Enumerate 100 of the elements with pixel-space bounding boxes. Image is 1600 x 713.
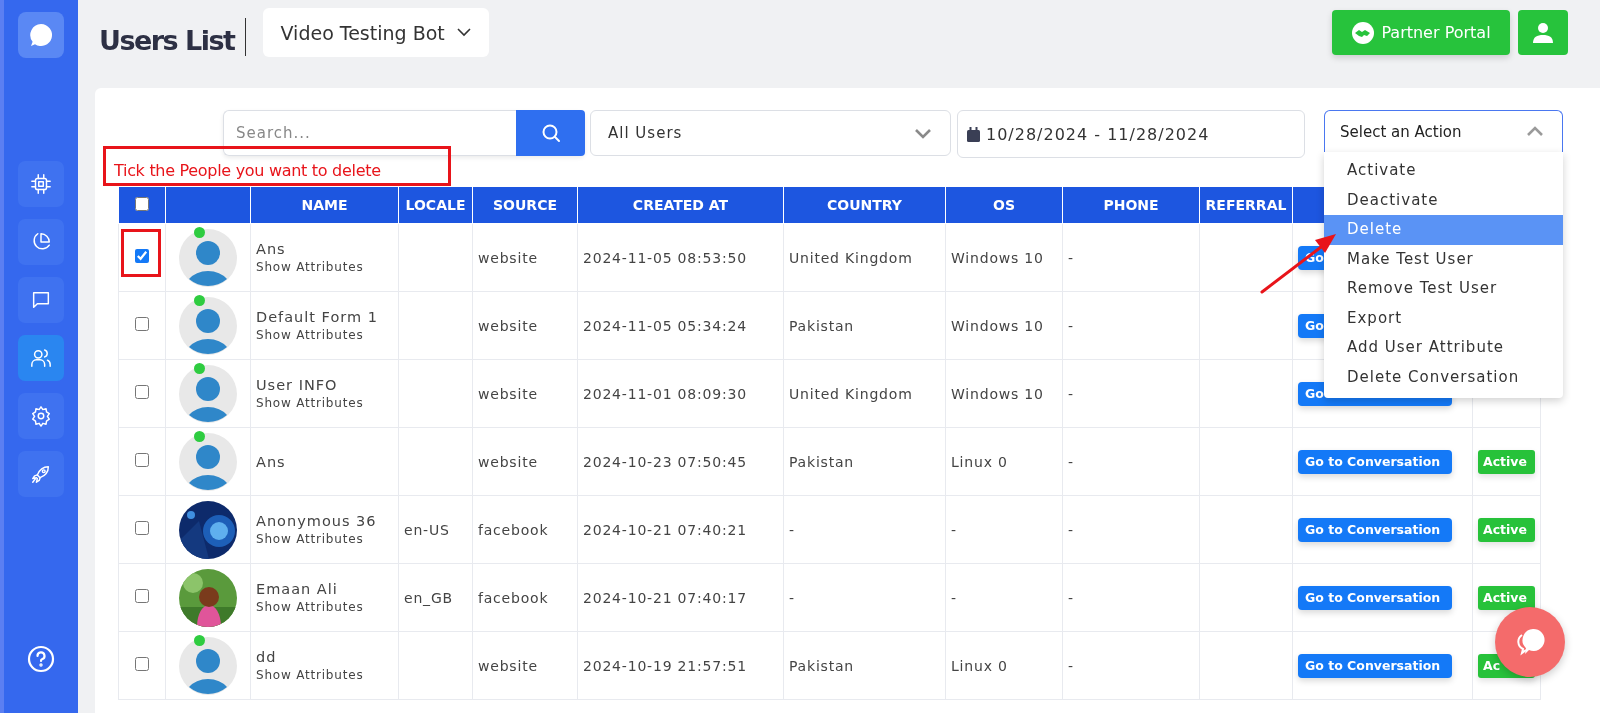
highlight-box	[121, 229, 161, 277]
phone-text: -	[1068, 589, 1074, 606]
column-header: NAME	[250, 187, 399, 224]
user-name: Ans	[256, 241, 287, 257]
country-text: -	[789, 589, 795, 606]
created-at-text: 2024-11-05 08:53:50	[583, 249, 747, 266]
menu-item[interactable]: Add User Attribute	[1324, 333, 1563, 363]
go-to-conversation-button[interactable]: Go to Conversation	[1298, 585, 1452, 610]
user-name: Anonymous 36	[256, 513, 378, 529]
country-text: United Kingdom	[789, 385, 913, 402]
column-header: PHONE	[1062, 187, 1200, 224]
show-attributes-link[interactable]: Show Attributes	[256, 260, 393, 274]
date-range-field[interactable]: 10/28/2024 - 11/28/2024	[957, 110, 1305, 158]
row-checkbox[interactable]	[135, 453, 149, 467]
os-text: Windows 10	[951, 317, 1044, 334]
show-attributes-link[interactable]: Show Attributes	[256, 396, 393, 410]
menu-item[interactable]: Delete Conversation	[1324, 362, 1563, 392]
settings-icon[interactable]	[18, 393, 64, 439]
row-checkbox[interactable]	[135, 589, 149, 603]
column-header: CREATED AT	[577, 187, 784, 224]
locale-text: en_GB	[404, 589, 453, 606]
phone-text: -	[1068, 249, 1074, 266]
chevron-icon	[1526, 126, 1544, 137]
country-text: United Kingdom	[789, 249, 913, 266]
avatar-icon	[179, 432, 237, 491]
user-filter-select[interactable]: All Users	[590, 110, 951, 156]
status-badge: Active	[1478, 449, 1535, 474]
created-at-text: 2024-11-01 08:09:30	[583, 385, 747, 402]
user-name: dd	[256, 649, 278, 665]
handshake-icon	[1351, 20, 1376, 45]
go-to-conversation-button[interactable]: Go to Conversation	[1298, 653, 1452, 678]
chat-icon[interactable]	[18, 277, 64, 323]
avatar-icon	[179, 636, 237, 695]
rocket-icon[interactable]	[18, 451, 64, 497]
show-attributes-link[interactable]: Show Attributes	[256, 532, 393, 546]
row-checkbox[interactable]	[135, 385, 149, 399]
menu-item[interactable]: Export	[1324, 303, 1563, 333]
menu-item[interactable]: Activate	[1324, 156, 1563, 186]
go-to-conversation-button[interactable]: Go to Conversation	[1298, 517, 1452, 542]
menu-item[interactable]: Deactivate	[1324, 185, 1563, 215]
status-badge: Active	[1478, 585, 1535, 610]
show-attributes-link[interactable]: Show Attributes	[256, 328, 393, 342]
phone-text: -	[1068, 657, 1074, 674]
chip-icon[interactable]	[18, 161, 64, 207]
source-text: website	[478, 249, 538, 266]
show-attributes-link[interactable]: Show Attributes	[256, 600, 393, 614]
country-text: Pakistan	[789, 317, 855, 334]
search-icon	[540, 123, 561, 143]
calendar-icon	[967, 126, 980, 142]
os-text: Windows 10	[951, 249, 1044, 266]
search-button[interactable]	[516, 110, 585, 156]
annotation-box: Tick the People you want to delete	[103, 146, 451, 186]
locale-text: en-US	[404, 521, 450, 538]
phone-text: -	[1068, 385, 1074, 402]
source-text: facebook	[478, 589, 549, 606]
phone-text: -	[1068, 453, 1074, 470]
go-to-conversation-button[interactable]: Go to Conversation	[1298, 449, 1452, 474]
search-field[interactable]: Search...	[223, 110, 516, 156]
menu-item[interactable]: Remove Test User	[1324, 274, 1563, 304]
help-icon[interactable]	[27, 645, 55, 673]
select-all-checkbox[interactable]	[135, 196, 149, 211]
created-at-text: 2024-10-21 07:40:21	[583, 521, 747, 538]
pie-chart-icon[interactable]	[18, 219, 64, 265]
status-badge: Active	[1478, 517, 1535, 542]
os-text: -	[951, 589, 957, 606]
row-checkbox[interactable]	[135, 521, 149, 535]
country-text: Pakistan	[789, 453, 855, 470]
user-icon[interactable]	[1518, 10, 1568, 55]
created-at-text: 2024-11-05 05:34:24	[583, 317, 747, 334]
chevron-down-icon	[914, 127, 932, 139]
chevron-down-icon	[456, 28, 471, 37]
row-checkbox[interactable]	[135, 657, 149, 671]
os-text: Linux 0	[951, 453, 1008, 470]
os-text: -	[951, 521, 957, 538]
phone-text: -	[1068, 521, 1074, 538]
column-header: SOURCE	[472, 187, 578, 224]
avatar-icon	[179, 364, 237, 423]
column-header: COUNTRY	[783, 187, 946, 224]
avatar-icon	[179, 296, 237, 355]
country-text: -	[789, 521, 795, 538]
source-text: website	[478, 385, 538, 402]
row-checkbox[interactable]	[135, 249, 149, 263]
column-header: LOCALE	[398, 187, 473, 224]
logo-icon[interactable]	[18, 12, 64, 58]
show-attributes-link[interactable]: Show Attributes	[256, 668, 393, 682]
page-title: Users List	[99, 25, 235, 56]
user-name: Default Form 1	[256, 309, 379, 325]
os-text: Linux 0	[951, 657, 1008, 674]
column-header: OS	[945, 187, 1063, 224]
created-at-text: 2024-10-23 07:50:45	[583, 453, 747, 470]
user-name: Ans	[256, 453, 287, 470]
users-icon[interactable]	[18, 335, 64, 381]
row-checkbox[interactable]	[135, 317, 149, 331]
country-text: Pakistan	[789, 657, 855, 674]
os-text: Windows 10	[951, 385, 1044, 402]
action-select[interactable]: Select an Action	[1324, 110, 1563, 152]
source-text: website	[478, 657, 538, 674]
menu-item[interactable]: Make Test User	[1324, 244, 1563, 274]
bot-selector[interactable]: Video Testing Bot	[262, 8, 489, 57]
source-text: website	[478, 317, 538, 334]
